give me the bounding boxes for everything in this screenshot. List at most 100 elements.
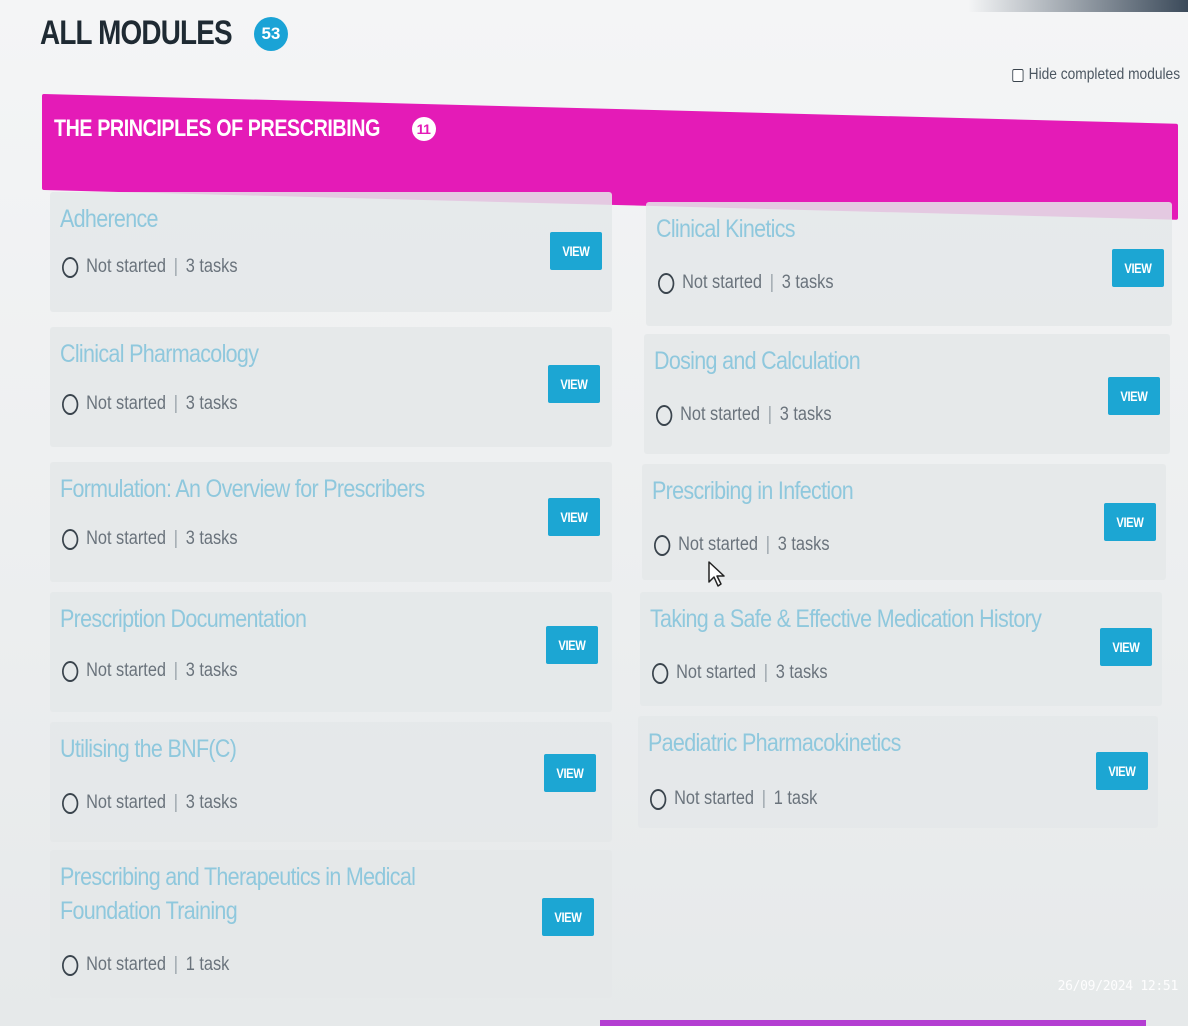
empty-circle-icon <box>654 534 671 556</box>
module-card: Adherence Not started | 3 tasks VIEW <box>50 192 612 312</box>
module-title[interactable]: Clinical Pharmacology <box>60 337 259 371</box>
empty-circle-icon <box>62 792 79 814</box>
module-status: Not started | 3 tasks <box>656 404 832 426</box>
checkbox-icon[interactable] <box>1012 68 1024 82</box>
status-separator: | <box>173 528 178 549</box>
photo-timestamp: 26/09/2024 12:51 <box>1057 979 1179 994</box>
module-card: Utilising the BNF(C) Not started | 3 tas… <box>50 722 612 842</box>
status-separator: | <box>173 660 178 681</box>
status-text: Not started <box>680 404 761 425</box>
section-title: THE PRINCIPLES OF PRESCRIBING 11 <box>54 115 436 143</box>
view-button[interactable]: VIEW <box>1112 249 1164 287</box>
status-text: Not started <box>86 660 167 681</box>
empty-circle-icon <box>650 788 667 810</box>
task-count: 3 tasks <box>777 534 830 555</box>
task-count: 3 tasks <box>781 272 834 293</box>
module-card: Formulation: An Overview for Prescribers… <box>50 462 612 582</box>
module-title[interactable]: Dosing and Calculation <box>654 344 861 378</box>
module-title[interactable]: Adherence <box>60 202 158 236</box>
module-status: Not started | 1 task <box>650 788 817 810</box>
empty-circle-icon <box>652 662 669 684</box>
status-text: Not started <box>86 792 167 813</box>
module-card: Clinical Pharmacology Not started | 3 ta… <box>50 327 612 447</box>
view-button[interactable]: VIEW <box>546 626 598 664</box>
module-card: Paediatric Pharmacokinetics Not started … <box>638 716 1158 828</box>
view-button[interactable]: VIEW <box>550 232 602 270</box>
view-button[interactable]: VIEW <box>544 754 596 792</box>
task-count: 3 tasks <box>185 393 238 414</box>
module-title[interactable]: Paediatric Pharmacokinetics <box>648 726 901 760</box>
task-count: 1 task <box>185 954 230 975</box>
module-title[interactable]: Clinical Kinetics <box>656 212 796 246</box>
task-count: 3 tasks <box>779 404 832 425</box>
status-separator: | <box>769 272 774 293</box>
status-separator: | <box>761 788 766 809</box>
page-header: ALL MODULES 53 <box>40 14 288 53</box>
status-separator: | <box>173 792 178 813</box>
empty-circle-icon <box>62 393 79 415</box>
status-separator: | <box>173 393 178 414</box>
module-card: Clinical Kinetics Not started | 3 tasks … <box>646 202 1172 326</box>
status-separator: | <box>767 404 772 425</box>
empty-circle-icon <box>656 404 673 426</box>
status-text: Not started <box>682 272 763 293</box>
module-status: Not started | 3 tasks <box>658 272 834 294</box>
status-separator: | <box>173 256 178 277</box>
status-text: Not started <box>86 528 167 549</box>
task-count: 1 task <box>773 788 818 809</box>
modules-count-badge: 53 <box>253 16 288 51</box>
section-title-text: THE PRINCIPLES OF PRESCRIBING <box>54 115 380 142</box>
status-separator: | <box>765 534 770 555</box>
module-card: Taking a Safe & Effective Medication His… <box>640 592 1162 706</box>
view-button[interactable]: VIEW <box>548 365 600 403</box>
module-card: Prescribing and Therapeutics in Medical … <box>50 850 612 998</box>
empty-circle-icon <box>658 272 675 294</box>
view-button[interactable]: VIEW <box>1104 503 1156 541</box>
status-text: Not started <box>86 954 167 975</box>
status-text: Not started <box>674 788 755 809</box>
module-status: Not started | 3 tasks <box>62 393 238 415</box>
module-title[interactable]: Formulation: An Overview for Prescribers <box>60 472 425 506</box>
view-button[interactable]: VIEW <box>1096 752 1148 790</box>
module-title[interactable]: Prescribing and Therapeutics in Medical … <box>60 860 481 928</box>
module-status: Not started | 3 tasks <box>652 662 828 684</box>
module-status: Not started | 1 task <box>62 954 229 976</box>
view-button[interactable]: VIEW <box>548 498 600 536</box>
module-card: Prescription Documentation Not started |… <box>50 592 612 712</box>
task-count: 3 tasks <box>185 660 238 681</box>
empty-circle-icon <box>62 954 79 976</box>
status-text: Not started <box>86 393 167 414</box>
module-title[interactable]: Prescribing in Infection <box>652 474 854 508</box>
module-status: Not started | 3 tasks <box>62 660 238 682</box>
page-title: ALL MODULES <box>40 14 233 52</box>
task-count: 3 tasks <box>185 528 238 549</box>
module-status: Not started | 3 tasks <box>62 792 238 814</box>
hide-completed-label: Hide completed modules <box>1028 66 1180 83</box>
status-text: Not started <box>676 662 757 683</box>
status-text: Not started <box>86 256 167 277</box>
page: ALL MODULES 53 Hide completed modules TH… <box>0 0 1188 1026</box>
window-edge <box>968 0 1188 12</box>
empty-circle-icon <box>62 660 79 682</box>
status-text: Not started <box>678 534 759 555</box>
module-title[interactable]: Taking a Safe & Effective Medication His… <box>650 602 1042 636</box>
module-title[interactable]: Utilising the BNF(C) <box>60 732 237 766</box>
task-count: 3 tasks <box>775 662 828 683</box>
task-count: 3 tasks <box>185 792 238 813</box>
module-status: Not started | 3 tasks <box>62 528 238 550</box>
module-status: Not started | 3 tasks <box>654 534 830 556</box>
task-count: 3 tasks <box>185 256 238 277</box>
view-button[interactable]: VIEW <box>1108 377 1160 415</box>
mouse-pointer-icon <box>708 561 725 587</box>
view-button[interactable]: VIEW <box>1100 628 1152 666</box>
module-title[interactable]: Prescription Documentation <box>60 602 307 636</box>
module-status: Not started | 3 tasks <box>62 256 238 278</box>
empty-circle-icon <box>62 528 79 550</box>
section-count-badge: 11 <box>411 117 436 141</box>
next-section-bar-edge <box>600 1020 1146 1026</box>
status-separator: | <box>763 662 768 683</box>
hide-completed-toggle[interactable]: Hide completed modules <box>1012 66 1180 84</box>
module-card: Dosing and Calculation Not started | 3 t… <box>644 334 1170 454</box>
view-button[interactable]: VIEW <box>542 898 594 936</box>
status-separator: | <box>173 954 178 975</box>
